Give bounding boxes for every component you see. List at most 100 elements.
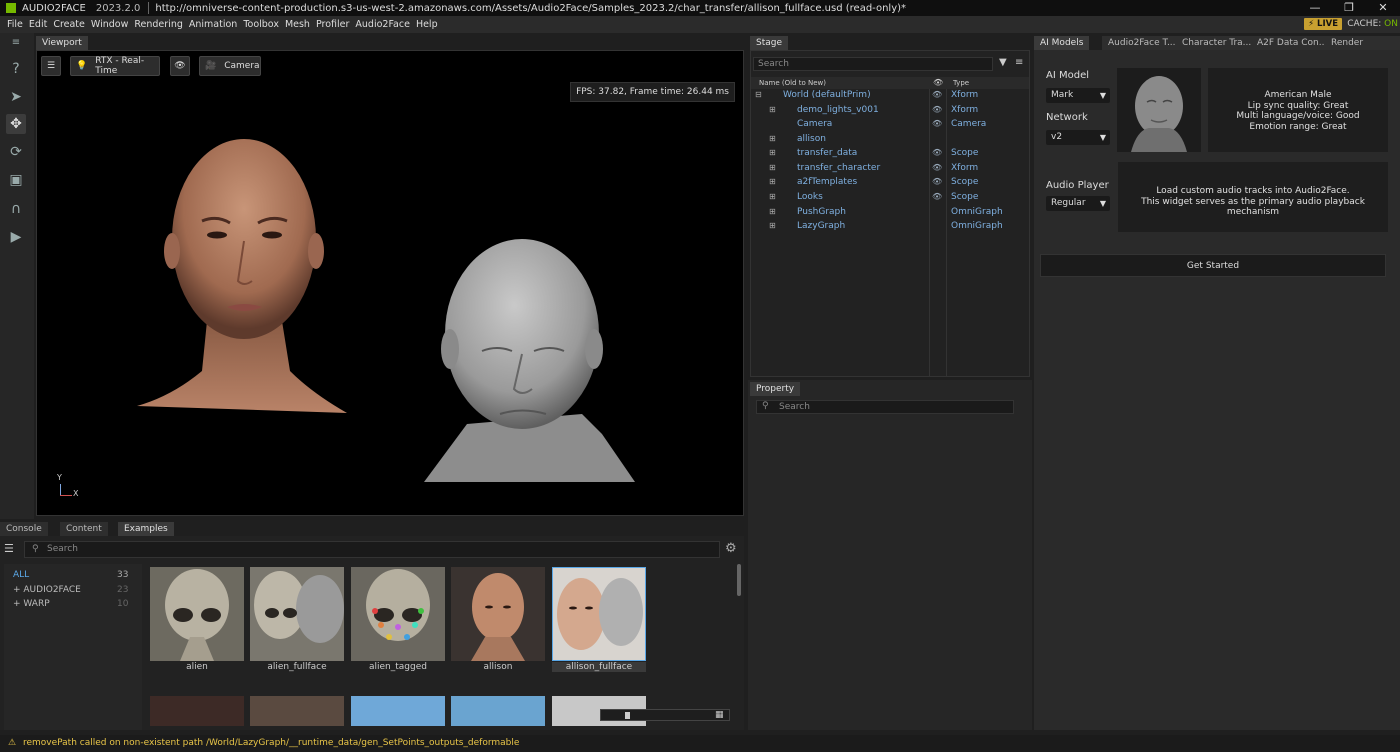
thumb-row2-2[interactable] (250, 696, 344, 726)
filter-icon[interactable]: ▼ (999, 57, 1007, 68)
tab-viewport[interactable]: Viewport (36, 36, 88, 50)
row-type: Xform (951, 90, 979, 100)
expand-icon[interactable]: ⊞ (769, 219, 776, 234)
menu-profiler[interactable]: Profiler (313, 19, 352, 30)
thumb-alien[interactable] (150, 567, 244, 661)
expand-icon[interactable]: ⊞ (769, 132, 776, 147)
thumbnail-size-slider[interactable]: ▦ (600, 709, 730, 721)
stage-row-transfer-character[interactable]: ⊞ transfer_character 👁 Xform (751, 161, 1029, 176)
thumb-row2-1[interactable] (150, 696, 244, 726)
menu-create[interactable]: Create (50, 19, 88, 30)
expand-icon[interactable]: ⊞ (769, 175, 776, 190)
menu-edit[interactable]: Edit (26, 19, 50, 30)
stage-row-lazygraph[interactable]: ⊞ LazyGraph OmniGraph (751, 219, 1029, 234)
render-mode-button[interactable]: 💡 RTX - Real-Time (70, 56, 160, 76)
stage-row-a2ftemplates[interactable]: ⊞ a2fTemplates 👁 Scope (751, 175, 1029, 190)
stage-row-demo-lights[interactable]: ⊞ demo_lights_v001 👁 Xform (751, 103, 1029, 118)
audio-player-info-box: Load custom audio tracks into Audio2Face… (1118, 162, 1388, 232)
tree-toggle-icon[interactable]: ☰ (4, 542, 14, 555)
tab-character-transfer[interactable]: Character Tra... (1176, 36, 1258, 50)
category-warp[interactable]: + WARP (13, 599, 50, 609)
row-name: allison (797, 134, 826, 144)
axis-y-label: Y (57, 473, 62, 482)
tab-content[interactable]: Content (60, 522, 108, 536)
expand-icon[interactable]: ⊞ (769, 161, 776, 176)
slider-handle[interactable] (625, 712, 630, 719)
model-info-line: American Male (1264, 90, 1332, 100)
examples-search-input[interactable]: Search (24, 541, 720, 558)
stage-row-transfer-data[interactable]: ⊞ transfer_data 👁 Scope (751, 146, 1029, 161)
expand-icon[interactable]: ⊞ (769, 190, 776, 205)
ai-model-select[interactable]: Mark ▼ (1046, 88, 1110, 103)
tab-render-settings[interactable]: Render Settin... (1325, 36, 1400, 62)
stage-row-pushgraph[interactable]: ⊞ PushGraph OmniGraph (751, 205, 1029, 220)
tab-console[interactable]: Console (0, 522, 48, 536)
snap-magnet-icon[interactable]: ∩ (6, 199, 26, 219)
audio-player-select[interactable]: Regular ▼ (1046, 196, 1110, 211)
visibility-eye-icon[interactable]: 👁 (932, 161, 942, 176)
menu-bar: File Edit Create Window Rendering Animat… (0, 16, 1400, 33)
stage-row-looks[interactable]: ⊞ Looks 👁 Scope (751, 190, 1029, 205)
menu-audio2face[interactable]: Audio2Face (352, 19, 413, 30)
row-name: Camera (797, 119, 833, 129)
thumb-allison[interactable] (451, 567, 545, 661)
tab-ai-models[interactable]: AI Models (1034, 36, 1090, 50)
stage-row-world[interactable]: ⊟ World (defaultPrim) 👁 Xform (751, 88, 1029, 103)
expand-icon[interactable]: ⊞ (769, 146, 776, 161)
rotate-tool-icon[interactable]: ⟳ (6, 142, 26, 162)
visibility-eye-icon[interactable]: 👁 (932, 117, 942, 132)
expand-icon[interactable]: ⊞ (769, 103, 776, 118)
thumb-row2-4[interactable] (451, 696, 545, 726)
help-select-icon[interactable]: ? (6, 59, 26, 79)
property-search-input[interactable]: Search (756, 400, 1014, 414)
move-tool-icon[interactable]: ✥ (6, 114, 26, 134)
scale-tool-icon[interactable]: ▣ (6, 170, 26, 190)
visibility-eye-icon[interactable]: 👁 (932, 103, 942, 118)
category-audio2face[interactable]: + AUDIO2FACE (13, 585, 81, 595)
thumb-allison-fullface[interactable] (552, 567, 646, 661)
viewport-settings-icon[interactable]: ☰ (41, 56, 61, 76)
collapse-icon[interactable]: ⊟ (755, 88, 762, 103)
category-count: 33 (117, 570, 129, 580)
visibility-eye-icon[interactable]: 👁 (170, 56, 190, 76)
visibility-eye-icon[interactable]: 👁 (932, 146, 942, 161)
get-started-button[interactable]: Get Started (1040, 254, 1386, 277)
live-badge[interactable]: ⚡ LIVE (1304, 18, 1342, 30)
select-arrow-icon[interactable]: ➤ (6, 87, 26, 107)
thumb-alien-fullface[interactable] (250, 567, 344, 661)
scrollbar[interactable] (737, 564, 741, 596)
menu-rendering[interactable]: Rendering (131, 19, 186, 30)
axis-x-label: X (73, 489, 79, 498)
minimize-icon[interactable]: — (1298, 0, 1332, 16)
expand-icon[interactable]: ⊞ (769, 205, 776, 220)
menu-mesh[interactable]: Mesh (282, 19, 313, 30)
tab-examples[interactable]: Examples (118, 522, 174, 536)
play-icon[interactable]: ▶ (6, 227, 26, 247)
stage-row-camera[interactable]: Camera 👁 Camera (751, 117, 1029, 132)
menu-help[interactable]: Help (413, 19, 441, 30)
tab-stage[interactable]: Stage (750, 36, 789, 50)
tab-a2f-data-conversion[interactable]: A2F Data Con... (1251, 36, 1334, 50)
close-icon[interactable]: ✕ (1366, 0, 1400, 16)
menu-file[interactable]: File (0, 19, 26, 30)
stage-search-input[interactable]: Search (753, 57, 993, 71)
visibility-eye-icon[interactable]: 👁 (932, 88, 942, 103)
restore-icon[interactable]: ❐ (1332, 0, 1366, 16)
grid-view-icon[interactable]: ▦ (715, 710, 724, 720)
tab-property[interactable]: Property (750, 382, 801, 396)
category-all[interactable]: ALL (13, 570, 29, 580)
menu-window[interactable]: Window (88, 19, 131, 30)
viewport[interactable]: ☰ 💡 RTX - Real-Time 👁 🎥 Camera FPS: 37.8… (36, 50, 744, 516)
stage-menu-icon[interactable]: ≡ (1015, 57, 1023, 68)
network-select[interactable]: v2 ▼ (1046, 130, 1110, 145)
thumb-row2-3[interactable] (351, 696, 445, 726)
tab-audio2face-tool[interactable]: Audio2Face T... (1102, 36, 1182, 50)
visibility-eye-icon[interactable]: 👁 (932, 190, 942, 205)
thumb-alien-tagged[interactable] (351, 567, 445, 661)
settings-gear-icon[interactable]: ⚙ (725, 541, 737, 556)
menu-animation[interactable]: Animation (186, 19, 240, 30)
menu-toolbox[interactable]: Toolbox (240, 19, 282, 30)
stage-row-allison[interactable]: ⊞ allison (751, 132, 1029, 147)
visibility-eye-icon[interactable]: 👁 (932, 175, 942, 190)
camera-button[interactable]: 🎥 Camera (199, 56, 261, 76)
